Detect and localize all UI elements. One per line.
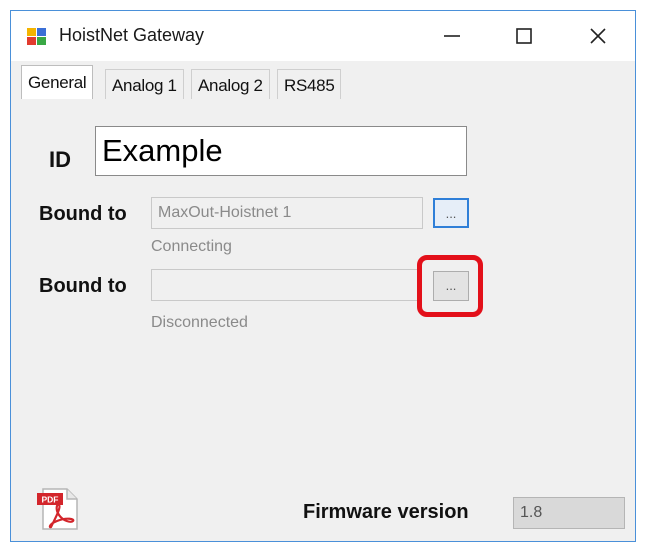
app-window: HoistNet Gateway General Analog 1 Analog [10,10,636,542]
title-bar[interactable]: HoistNet Gateway [11,11,635,61]
close-icon [590,28,606,44]
tab-analog-2[interactable]: Analog 2 [191,69,270,101]
id-label: ID [49,147,71,172]
bound-to-input-1[interactable] [151,197,423,229]
firmware-version-label: Firmware version [303,501,469,523]
bound-to-label-1: Bound to [39,203,127,225]
status-text-1: Connecting [151,238,232,255]
tab-label: Analog 1 [112,76,177,95]
maximize-button[interactable] [495,17,553,55]
general-tab-panel: ID Bound to ... Connecting Bound to ... … [19,99,627,533]
tab-label: General [28,73,87,92]
tab-label: Analog 2 [198,76,263,95]
tab-strip: General Analog 1 Analog 2 RS485 [11,61,635,103]
tab-analog-1[interactable]: Analog 1 [105,69,184,101]
bound-to-label-2: Bound to [39,275,127,297]
firmware-version-field [513,497,625,529]
svg-text:PDF: PDF [42,495,59,505]
id-input[interactable] [95,126,467,176]
tab-general[interactable]: General [21,65,94,102]
tab-label: RS485 [284,76,335,95]
app-icon [27,28,47,46]
pdf-icon[interactable]: PDF [35,485,83,533]
close-button[interactable] [569,17,627,55]
highlight-box [417,255,483,317]
window-title: HoistNet Gateway [59,25,205,45]
status-text-2: Disconnected [151,314,248,331]
browse-button-1[interactable]: ... [433,198,469,228]
maximize-icon [516,28,532,44]
bound-to-input-2[interactable] [151,269,419,301]
minimize-button[interactable] [423,17,481,55]
tab-rs485[interactable]: RS485 [277,69,342,101]
minimize-icon [444,35,460,37]
